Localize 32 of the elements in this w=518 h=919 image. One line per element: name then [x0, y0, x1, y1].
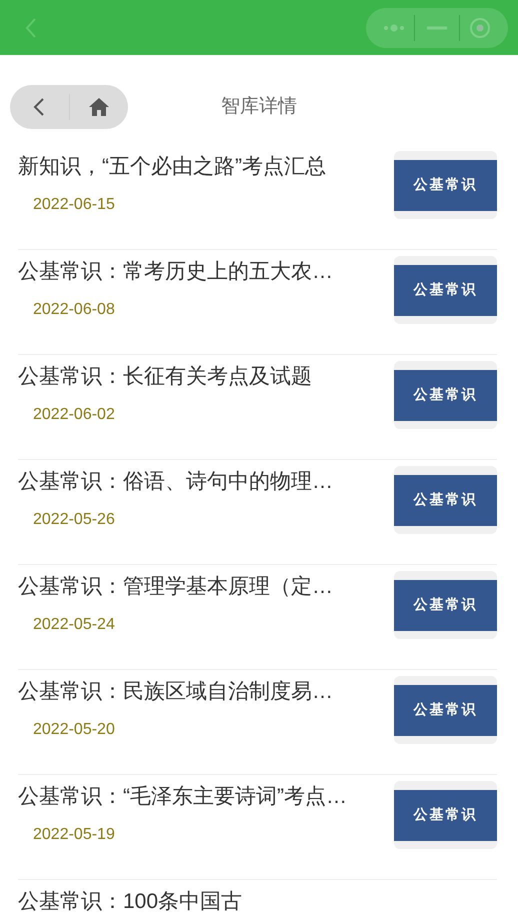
article-date: 2022-05-20	[33, 721, 116, 739]
page-title: 智库详情	[221, 95, 297, 119]
article-title[interactable]: 公基常识：民族区域自治制度易…	[18, 680, 333, 704]
article-thumbnail[interactable]: 公基常识	[394, 676, 497, 744]
article-thumbnail[interactable]: 公基常识	[394, 361, 497, 429]
thumbnail-label: 公基常识	[394, 370, 497, 420]
thumbnail-label: 公基常识	[394, 790, 497, 840]
article-title[interactable]: 公基常识：长征有关考点及试题	[18, 365, 312, 389]
thumbnail-label: 公基常识	[394, 160, 497, 210]
back-icon[interactable]	[33, 97, 46, 117]
article-date: 2022-06-15	[33, 196, 116, 214]
article-title[interactable]: 公基常识：管理学基本原理（定…	[18, 575, 333, 599]
article-date: 2022-06-08	[33, 301, 116, 319]
article-date: 2022-06-02	[33, 406, 116, 424]
article-date: 2022-05-24	[33, 616, 116, 634]
thumbnail-label: 公基常识	[394, 580, 497, 630]
article-thumbnail[interactable]: 公基常识	[394, 781, 497, 849]
article-title[interactable]: 公基常识：100条中国古	[18, 890, 242, 914]
thumbnail-label: 公基常识	[394, 474, 497, 526]
article-title[interactable]: 新知识，“五个必由之路”考点汇总	[18, 155, 326, 179]
article-thumbnail[interactable]: 公基常识	[394, 151, 497, 219]
article-thumbnail[interactable]: 公基常识	[394, 256, 497, 324]
thumbnail-label: 公基常识	[394, 264, 497, 316]
article-title[interactable]: 公基常识：常考历史上的五大农…	[18, 260, 333, 284]
thumbnail-label: 公基常识	[394, 684, 497, 736]
article-title[interactable]: 公基常识：俗语、诗句中的物理…	[18, 470, 333, 494]
article-thumbnail[interactable]: 公基常识	[394, 466, 497, 534]
article-date: 2022-05-26	[33, 511, 116, 529]
article-date: 2022-05-19	[33, 826, 116, 844]
article-thumbnail[interactable]: 公基常识	[394, 571, 497, 639]
home-icon[interactable]	[88, 97, 110, 117]
article-title[interactable]: 公基常识：“毛泽东主要诗词”考点…	[18, 785, 347, 809]
